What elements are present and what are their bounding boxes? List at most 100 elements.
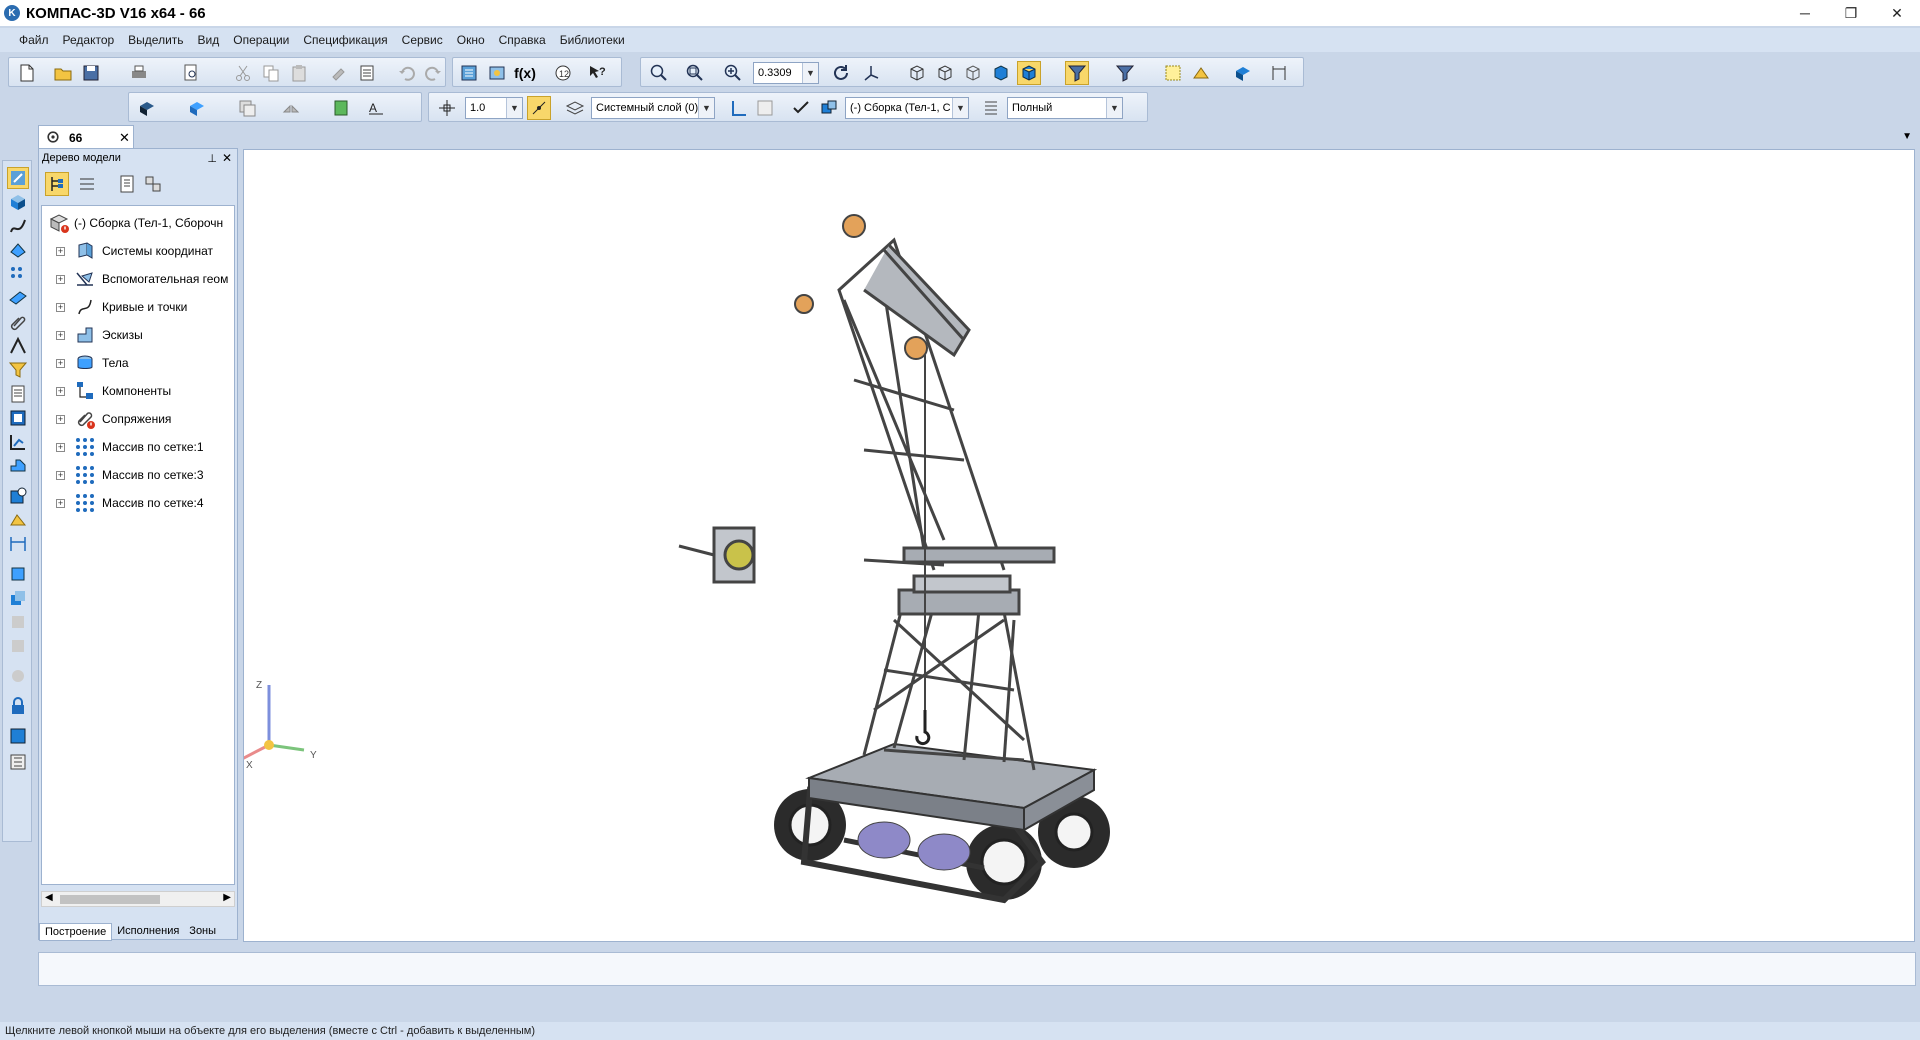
pin-icon[interactable]: ⊥ [207, 152, 217, 165]
undo-button[interactable] [395, 61, 419, 85]
tree-toggle-button[interactable] [457, 61, 481, 85]
variables-button[interactable] [485, 61, 509, 85]
menu-service[interactable]: Сервис [395, 33, 450, 47]
copy-features-button[interactable] [235, 96, 259, 120]
expand-icon[interactable]: + [56, 414, 65, 424]
expand-icon[interactable]: + [56, 386, 65, 396]
menu-help[interactable]: Справка [492, 33, 553, 47]
filter-options-button[interactable] [1113, 61, 1137, 85]
document-tab[interactable]: 66 ✕ [38, 125, 134, 149]
current-component-button[interactable] [817, 96, 841, 120]
tree-properties-button[interactable] [115, 172, 139, 196]
snap-step-button[interactable] [435, 96, 459, 120]
tree-view-mode-button[interactable] [75, 172, 99, 196]
open-button[interactable] [51, 61, 75, 85]
parameters-button[interactable] [753, 96, 777, 120]
scroll-left-icon[interactable]: ◀ [45, 892, 53, 903]
help-pointer-button[interactable]: ? [585, 61, 609, 85]
display-mode-button[interactable] [979, 96, 1003, 120]
wireframe-button[interactable] [905, 61, 929, 85]
inactive-tool-1[interactable] [7, 611, 29, 633]
rotate-button[interactable] [829, 61, 853, 85]
tab-versions[interactable]: Исполнения [112, 923, 184, 941]
tree-item-grid-array-1[interactable]: + Массив по сетке:1 [42, 433, 234, 461]
close-panel-icon[interactable]: ✕ [222, 151, 232, 165]
close-tab-icon[interactable]: ✕ [119, 130, 130, 146]
editing-button[interactable] [7, 509, 29, 531]
cut-button[interactable] [231, 61, 255, 85]
catalog-button[interactable] [7, 751, 29, 773]
library-button[interactable] [7, 725, 29, 747]
inactive-tool-3[interactable] [7, 665, 29, 687]
menu-window[interactable]: Окно [450, 33, 492, 47]
mates-button[interactable] [7, 311, 29, 333]
tree-relations-button[interactable] [141, 172, 165, 196]
halftone-edges-button[interactable] [1017, 61, 1041, 85]
menu-editor[interactable]: Редактор [56, 33, 122, 47]
halftone-button[interactable] [989, 61, 1013, 85]
menu-select[interactable]: Выделить [121, 33, 190, 47]
print-button[interactable] [127, 61, 151, 85]
tree-item-components[interactable]: + Компоненты [42, 377, 234, 405]
tree-item-bodies[interactable]: + Тела [42, 349, 234, 377]
local-cs-button[interactable] [727, 96, 751, 120]
zoom-combo[interactable]: 0.3309 ▼ [753, 62, 819, 84]
mirror-button[interactable] [279, 96, 303, 120]
redo-button[interactable] [421, 61, 445, 85]
menu-specification[interactable]: Спецификация [296, 33, 394, 47]
snap-toggle-button[interactable] [527, 96, 551, 120]
curves-button[interactable] [7, 215, 29, 237]
fx-button[interactable]: f(x) [513, 61, 537, 85]
dimension-tools-button[interactable] [1267, 61, 1291, 85]
expand-icon[interactable]: + [56, 442, 65, 452]
crane-model-3d[interactable] [244, 150, 1915, 942]
select-filter-button[interactable] [1065, 61, 1089, 85]
expand-icon[interactable]: + [56, 498, 65, 508]
tree-horizontal-scrollbar[interactable]: ◀ ▶ [41, 891, 235, 907]
reports-button[interactable] [7, 407, 29, 429]
copy-button[interactable] [259, 61, 283, 85]
new-document-button[interactable] [15, 61, 39, 85]
expand-icon[interactable]: + [56, 302, 65, 312]
section-button[interactable] [1161, 61, 1185, 85]
expand-icon[interactable]: + [56, 470, 65, 480]
auxiliary-button[interactable] [7, 287, 29, 309]
boolean-button[interactable] [329, 96, 353, 120]
specification-button[interactable] [7, 383, 29, 405]
views-button[interactable] [7, 563, 29, 585]
tree-root[interactable]: (-) Сборка (Тел-1, Сборочн [42, 209, 234, 237]
scroll-right-icon[interactable]: ▶ [223, 892, 231, 903]
preview-button[interactable] [179, 61, 203, 85]
check-button[interactable] [789, 96, 813, 120]
menu-view[interactable]: Вид [191, 33, 227, 47]
model-viewport[interactable]: Z X Y [243, 149, 1915, 942]
assembly-tools-button[interactable] [1231, 61, 1255, 85]
tree-item-mates[interactable]: + Сопряжения [42, 405, 234, 433]
layers-button[interactable] [563, 96, 587, 120]
display-mode-combo[interactable]: Полный ▼ [1007, 97, 1123, 119]
minimize-button[interactable]: ─ [1782, 0, 1828, 26]
scrollbar-thumb[interactable] [60, 895, 160, 904]
restore-button[interactable]: ❐ [1828, 0, 1874, 26]
tree-item-sketches[interactable]: + Эскизы [42, 321, 234, 349]
close-button[interactable]: ✕ [1874, 0, 1920, 26]
paste-button[interactable] [287, 61, 311, 85]
dimensions-button[interactable] [7, 533, 29, 555]
orientation-button[interactable] [859, 61, 883, 85]
tree-item-coordinate-systems[interactable]: + Системы координат [42, 237, 234, 265]
diagnostics-button[interactable] [7, 485, 29, 507]
expand-icon[interactable]: + [56, 330, 65, 340]
properties-button[interactable] [355, 61, 379, 85]
tab-list-dropdown-icon[interactable]: ▼ [1902, 131, 1912, 142]
measure-button[interactable]: 12 [551, 61, 575, 85]
tab-zones[interactable]: Зоны [184, 923, 221, 941]
text-button[interactable]: A [365, 96, 389, 120]
arrays-button[interactable] [7, 263, 29, 285]
zoom-in-button[interactable] [721, 61, 745, 85]
inactive-tool-2[interactable] [7, 635, 29, 657]
tree-item-grid-array-4[interactable]: + Массив по сетке:4 [42, 489, 234, 517]
filter-button[interactable] [7, 359, 29, 381]
surfaces-button[interactable] [7, 239, 29, 261]
expand-icon[interactable]: + [56, 246, 65, 256]
thin-hidden-lines-button[interactable] [961, 61, 985, 85]
